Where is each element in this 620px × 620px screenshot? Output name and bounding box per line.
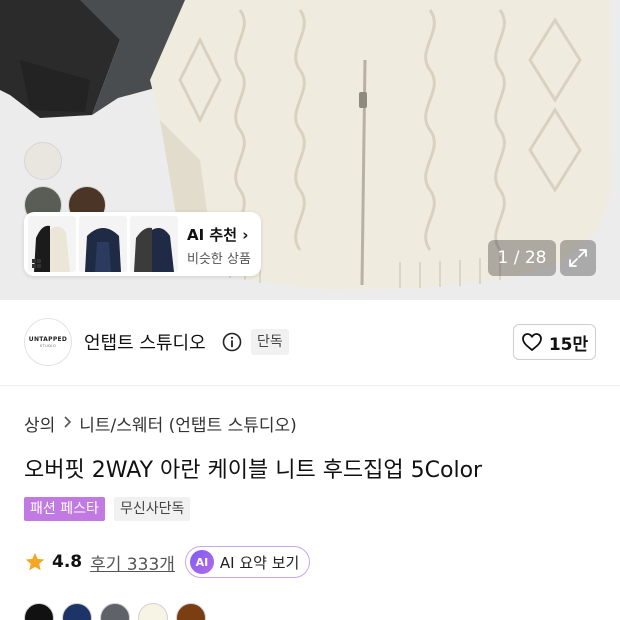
fashion-festa-tag: 패션 페스타 — [24, 497, 105, 521]
expand-button[interactable] — [560, 240, 596, 276]
brand-row: UNTAPPED STUDIO 언탭트 스튜디오 단독 15만 — [0, 300, 620, 386]
ai-recommendation-card[interactable]: AI 추천 › 비슷한 상품 — [24, 212, 261, 276]
review-link[interactable]: 후기 333개 — [90, 550, 175, 575]
info-icon[interactable] — [222, 332, 242, 352]
brand-logo[interactable]: UNTAPPED STUDIO — [24, 318, 72, 366]
color-chip-ivory[interactable] — [138, 603, 168, 620]
color-chip-charcoal[interactable] — [100, 603, 130, 620]
ai-thumb-3 — [130, 216, 178, 272]
like-count: 15만 — [548, 334, 589, 355]
breadcrumb-item-subcategory[interactable]: 니트/스웨터 (언탭트 스튜디오) — [79, 411, 296, 436]
star-icon — [25, 552, 45, 571]
color-thumb-cream[interactable] — [24, 142, 62, 180]
like-button[interactable]: 15만 — [513, 324, 596, 360]
ai-thumb-1 — [28, 216, 76, 272]
rating-value: 4.8 — [52, 552, 83, 572]
color-chip-brown[interactable] — [176, 603, 206, 620]
brand-logo-text: UNTAPPED — [28, 336, 68, 343]
color-chip-navy[interactable] — [62, 603, 92, 620]
ai-recommendation-title: AI 추천 › — [187, 226, 249, 244]
heart-icon — [521, 333, 542, 351]
ai-thumb-2 — [79, 216, 127, 272]
musinsa-exclusive-tag: 무신사단독 — [114, 497, 191, 521]
breadcrumb: 상의 니트/스웨터 (언탭트 스튜디오) — [24, 411, 297, 436]
brand-name[interactable]: 언탭트 스튜디오 — [84, 329, 206, 355]
ai-summary-button[interactable]: AI AI 요약 보기 — [184, 546, 311, 578]
chevron-right-icon — [63, 415, 72, 432]
brand-logo-subtext: STUDIO — [39, 344, 57, 348]
image-counter: 1 / 28 — [488, 240, 556, 276]
product-title: 오버핏 2WAY 아란 케이블 니트 후드집업 5Color — [24, 458, 483, 483]
grid-icon — [32, 259, 41, 268]
ai-summary-label: AI 요약 보기 — [219, 553, 300, 572]
color-options — [24, 603, 206, 620]
expand-icon — [569, 249, 587, 267]
color-chip-black[interactable] — [24, 603, 54, 620]
ai-recommendation-subtitle: 비슷한 상품 — [187, 252, 251, 267]
exclusive-tag: 단독 — [251, 329, 289, 355]
product-image-gallery[interactable]: AI 추천 › 비슷한 상품 1 / 28 — [0, 0, 620, 300]
rating-row: 4.8 후기 333개 AI AI 요약 보기 — [24, 546, 311, 578]
ai-badge-icon: AI — [189, 550, 214, 574]
breadcrumb-item-category[interactable]: 상의 — [24, 411, 55, 436]
